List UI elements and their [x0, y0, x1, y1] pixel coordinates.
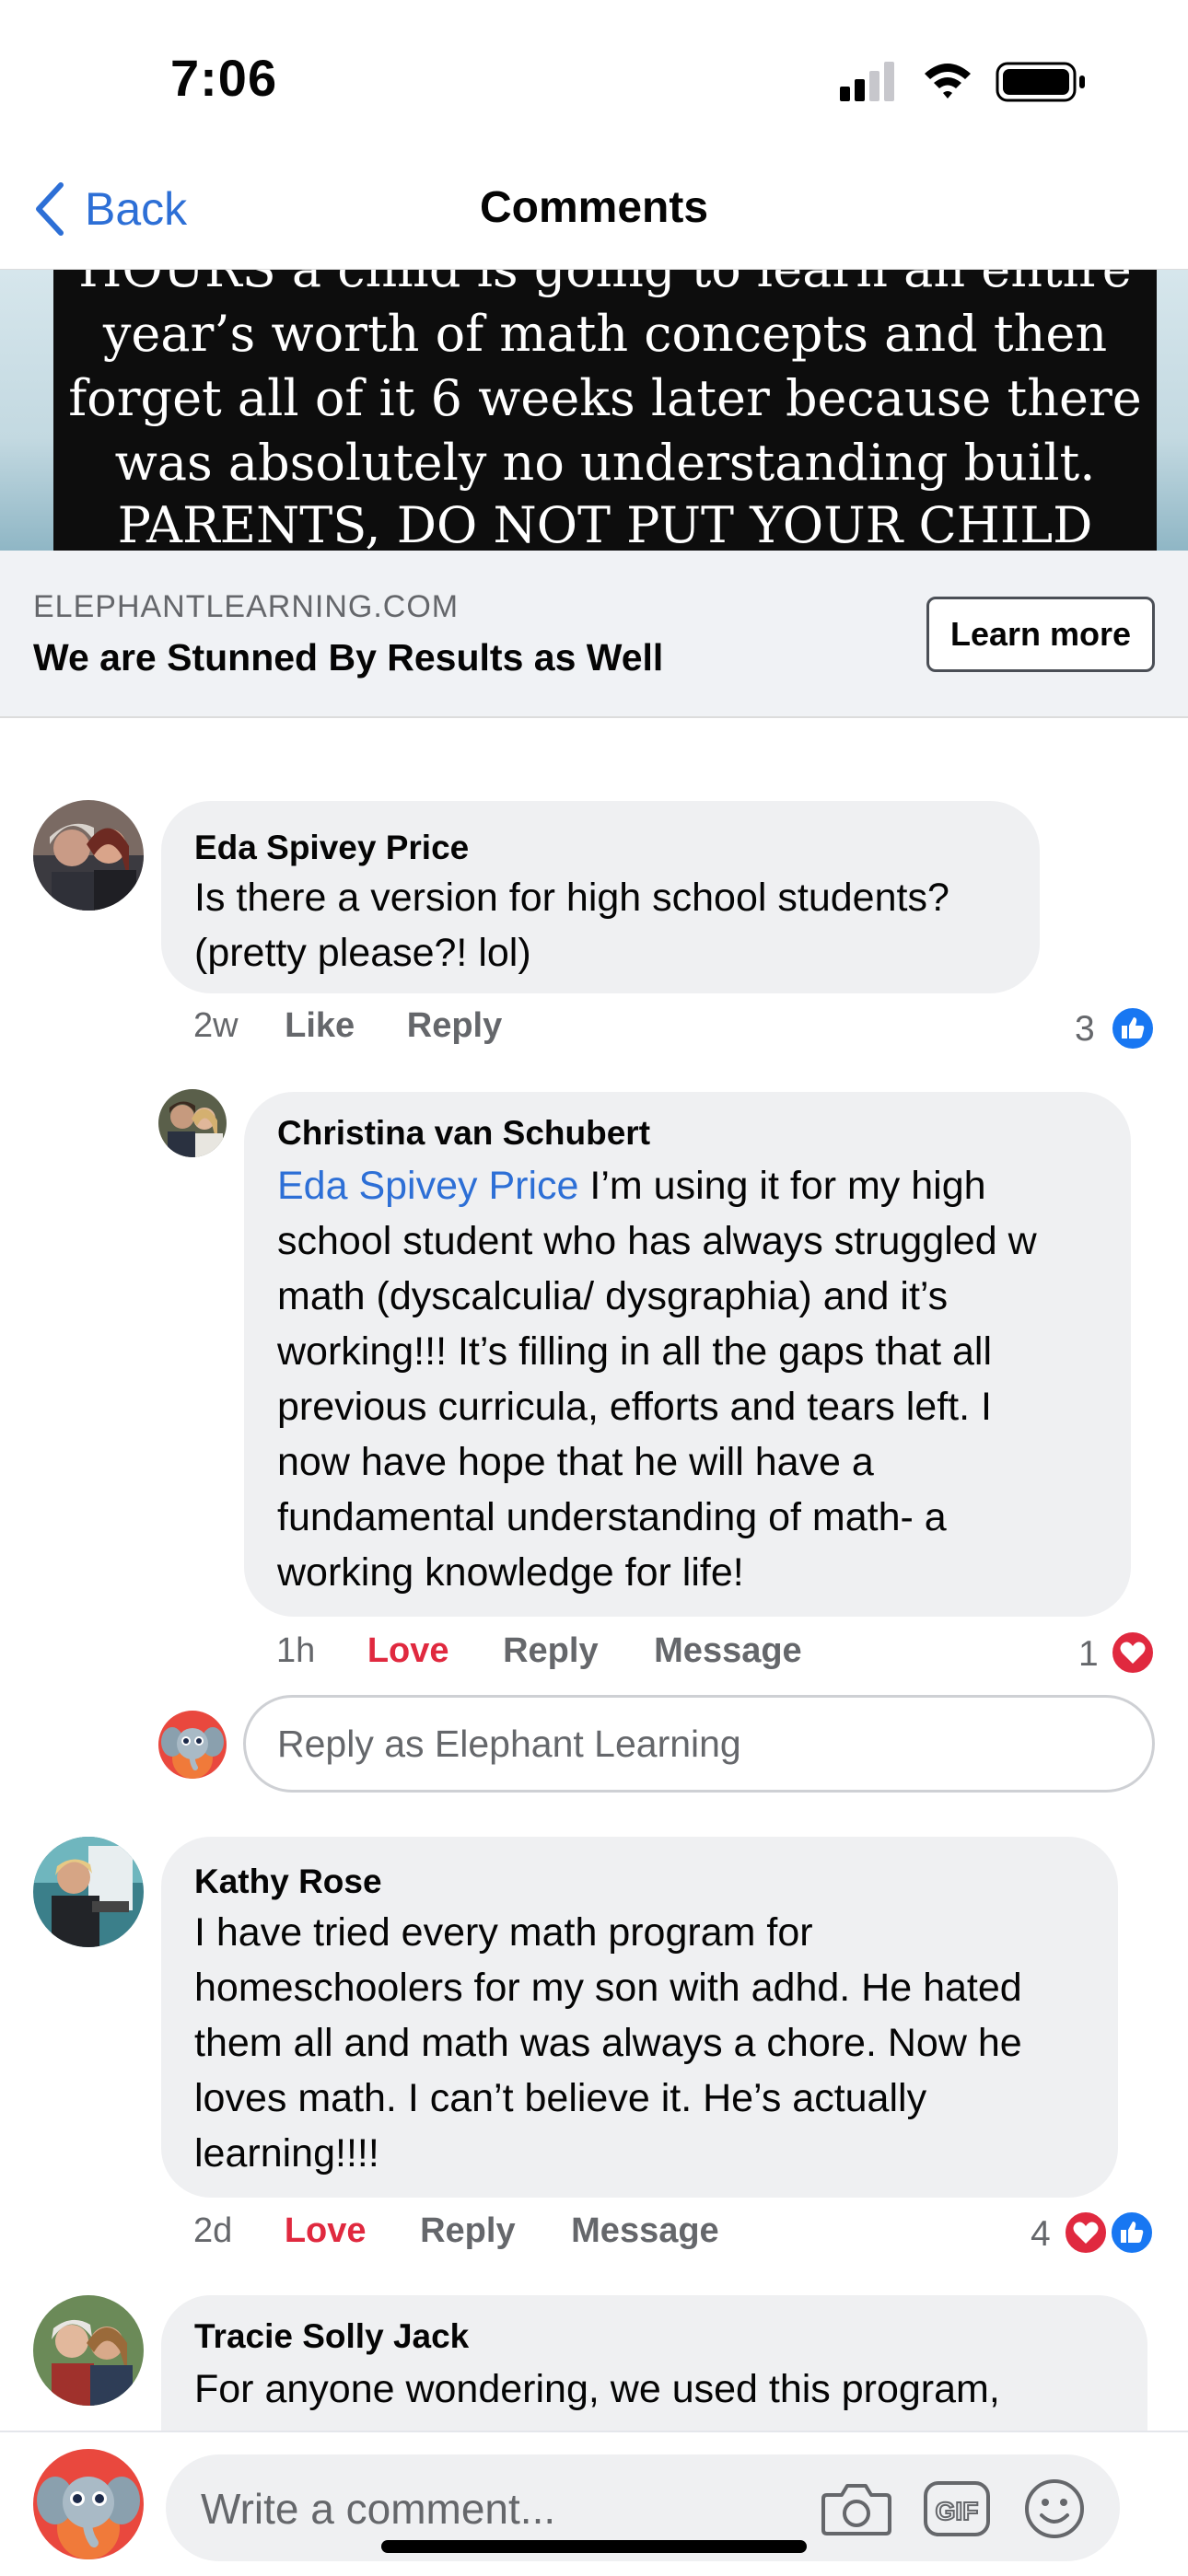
ad-domain: ELEPHANTLEARNING.COM	[33, 589, 460, 624]
message-button[interactable]: Message	[654, 1631, 802, 1670]
comment-text-line: Eda Spivey Price I’m using it for my hig…	[277, 1164, 986, 1208]
learn-more-button[interactable]: Learn more	[926, 597, 1155, 672]
svg-text:GIF: GIF	[936, 2497, 979, 2525]
ad-image-text-line: forget all of it 6 weeks later because t…	[68, 369, 1142, 427]
love-button[interactable]: Love	[367, 1631, 449, 1670]
status-bar: 7:06	[0, 0, 1188, 157]
navigation-bar: Back Comments	[0, 157, 1188, 271]
elephant-icon	[33, 2449, 144, 2559]
avatar-photo	[158, 1089, 227, 1157]
like-reaction-icon	[1110, 2210, 1154, 2255]
reaction-count[interactable]: 4	[1031, 2214, 1051, 2255]
avatar-photo	[33, 1837, 144, 1947]
comment-text-line: learning!!!!	[194, 2131, 379, 2176]
comment-bubble[interactable]: Christina van Schubert Eda Spivey Price …	[244, 1092, 1131, 1617]
gif-icon[interactable]: GIF	[923, 2480, 991, 2537]
comment-text-line: homeschoolers for my son with adhd. He h…	[194, 1966, 1022, 2010]
comment-bubble[interactable]: Eda Spivey Price Is there a version for …	[161, 801, 1040, 993]
cellular-signal-icon	[840, 62, 894, 101]
page-avatar	[33, 2449, 144, 2559]
reaction-count[interactable]: 3	[1075, 1009, 1095, 1050]
page-title: Comments	[479, 183, 709, 232]
ad-image[interactable]: HOURS a child is going to learn an entir…	[0, 270, 1188, 551]
status-time: 7:06	[170, 49, 278, 107]
comment-author[interactable]: Tracie Solly Jack	[194, 2317, 469, 2356]
like-reaction-icon	[1111, 1006, 1155, 1050]
avatar[interactable]	[33, 1837, 144, 1947]
comment-meta: 2w Like Reply	[193, 1006, 502, 1046]
page-avatar	[158, 1711, 227, 1779]
comment-text-line: I have tried every math program for	[194, 1910, 813, 1955]
reaction-count[interactable]: 1	[1078, 1634, 1099, 1675]
comment-composer: Write a comment... GIF	[0, 2431, 1188, 2576]
comment-bubble[interactable]: Kathy Rose I have tried every math progr…	[161, 1837, 1118, 2198]
reply-button[interactable]: Reply	[503, 1631, 598, 1670]
emoji-icon[interactable]	[1024, 2478, 1085, 2539]
comment-time: 2d	[193, 2211, 233, 2250]
comment-text-line: now have hope that he will have a	[277, 1440, 874, 1484]
ad-image-text-line: PARENTS, DO NOT PUT YOUR CHILD	[117, 496, 1093, 551]
comment-text-line: school student who has always struggled …	[277, 1219, 1037, 1263]
comment-meta: 2d Love Reply Message	[193, 2211, 719, 2251]
elephant-icon	[158, 1711, 227, 1779]
reply-input[interactable]: Reply as Elephant Learning	[243, 1695, 1155, 1793]
comment-author[interactable]: Christina van Schubert	[277, 1114, 650, 1153]
battery-icon	[996, 62, 1085, 102]
comment-text-line: loves math. I can’t believe it. He’s act…	[194, 2076, 927, 2120]
like-button[interactable]: Like	[285, 1006, 355, 1045]
love-reaction-icon	[1111, 1630, 1155, 1675]
comment-text-line: fundamental understanding of math- a	[277, 1495, 947, 1539]
mention-link[interactable]: Eda Spivey Price	[277, 1164, 578, 1208]
avatar[interactable]	[33, 800, 144, 911]
reply-button[interactable]: Reply	[407, 1006, 502, 1045]
ad-image-text-line: HOURS a child is going to learn an entir…	[53, 270, 1157, 298]
wifi-icon	[925, 64, 971, 99]
message-button[interactable]: Message	[571, 2211, 719, 2250]
reply-button[interactable]: Reply	[420, 2211, 515, 2250]
comment-text-line: them all and math was always a chore. No…	[194, 2021, 1022, 2065]
ad-headline: We are Stunned By Results as Well	[33, 636, 664, 679]
reply-input-placeholder: Reply as Elephant Learning	[277, 1722, 741, 1765]
comment-text-line: For anyone wondering, we used this progr…	[194, 2367, 1000, 2411]
comment-author[interactable]: Eda Spivey Price	[194, 829, 469, 867]
comment-time: 2w	[193, 1006, 239, 1045]
status-icons	[840, 62, 1085, 102]
comment-text-line: working knowledge for life!	[277, 1550, 744, 1595]
avatar[interactable]	[33, 2295, 144, 2406]
home-indicator[interactable]	[381, 2540, 807, 2553]
ad-image-text-line: was absolutely no understanding built.	[114, 434, 1096, 492]
avatar-photo	[33, 800, 144, 911]
love-reaction-icon	[1064, 2210, 1108, 2255]
comment-author[interactable]: Kathy Rose	[194, 1862, 382, 1901]
write-comment-placeholder: Write a comment...	[201, 2485, 556, 2533]
camera-icon[interactable]	[821, 2480, 891, 2537]
avatar-photo	[33, 2295, 144, 2406]
comment-text-line: working!!! It’s filling in all the gaps …	[277, 1329, 992, 1374]
comment-time: 1h	[276, 1631, 316, 1670]
comment-text-line: Is there a version for high school stude…	[194, 876, 949, 920]
comment-text-line: (pretty please?! lol)	[194, 931, 531, 975]
comment-text-line: math (dyscalculia/ dysgraphia) and it’s	[277, 1274, 949, 1318]
comment-meta: 1h Love Reply Message	[276, 1631, 802, 1671]
avatar[interactable]	[158, 1089, 227, 1157]
ad-image-text-line: year’s worth of math concepts and then	[102, 305, 1108, 363]
love-button[interactable]: Love	[285, 2211, 367, 2250]
comment-text-line: previous curricula, efforts and tears le…	[277, 1385, 992, 1429]
ad-link-card[interactable]: ELEPHANTLEARNING.COM We are Stunned By R…	[0, 551, 1188, 718]
